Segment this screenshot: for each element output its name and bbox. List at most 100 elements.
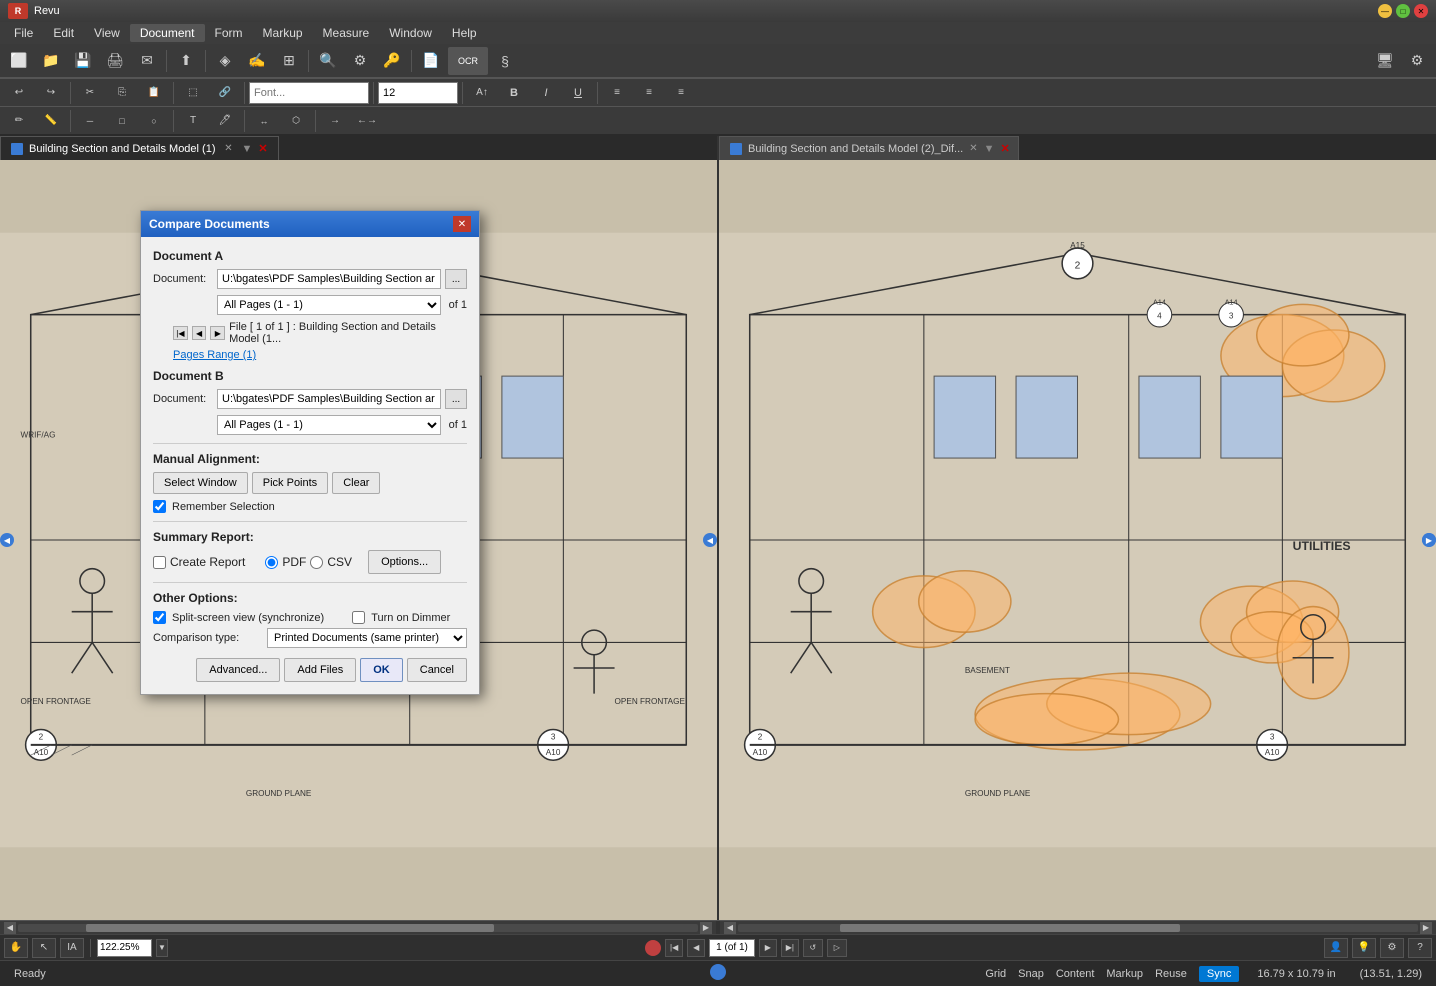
forward-btn[interactable]: ▷ bbox=[827, 939, 847, 957]
doc-a-browse-btn[interactable]: ... bbox=[445, 269, 467, 289]
help2-btn[interactable]: ? bbox=[1408, 938, 1432, 958]
font-size-input[interactable] bbox=[378, 82, 458, 104]
add-files-btn[interactable]: Add Files bbox=[284, 658, 356, 682]
menu-window[interactable]: Window bbox=[379, 24, 442, 42]
scroll-right-btn[interactable]: ▶ bbox=[700, 922, 712, 934]
doc-a-pages-select[interactable]: All Pages (1 - 1) bbox=[217, 295, 441, 315]
tb-email[interactable]: ✉ bbox=[132, 47, 162, 75]
tab-left-close[interactable]: ✕ bbox=[222, 142, 236, 156]
pdf-radio[interactable] bbox=[265, 556, 278, 569]
menu-document[interactable]: Document bbox=[130, 24, 205, 42]
clear-btn[interactable]: Clear bbox=[332, 472, 380, 494]
tb-text[interactable]: T bbox=[178, 107, 208, 135]
tb-area[interactable]: ⬡ bbox=[281, 107, 311, 135]
dialog-close-btn[interactable]: ✕ bbox=[453, 216, 471, 232]
scroll-right2-btn[interactable]: ◀ bbox=[724, 922, 736, 934]
tb-doc[interactable]: 📄 bbox=[416, 47, 446, 75]
menu-help[interactable]: Help bbox=[442, 24, 487, 42]
tb-bold[interactable]: B bbox=[499, 79, 529, 107]
select-window-btn[interactable]: Select Window bbox=[153, 472, 248, 494]
tb-print[interactable]: 🖨 bbox=[100, 47, 130, 75]
pick-points-btn[interactable]: Pick Points bbox=[252, 472, 328, 494]
left-scroll-thumb[interactable] bbox=[86, 924, 494, 932]
first-page-btn[interactable]: |◀ bbox=[665, 939, 683, 957]
doc-a-path-input[interactable] bbox=[217, 269, 441, 289]
ok-btn[interactable]: OK bbox=[360, 658, 403, 682]
left-panel-arrow[interactable]: ◀ bbox=[703, 533, 717, 547]
thumbnail-btn[interactable]: 👤 bbox=[1324, 938, 1348, 958]
status-sync-btn[interactable]: Sync bbox=[1199, 966, 1239, 982]
tb-align-center[interactable]: ≡ bbox=[634, 79, 664, 107]
tab-left-close2[interactable]: ✕ bbox=[258, 142, 267, 155]
text-select-btn[interactable]: IA bbox=[60, 938, 84, 958]
tab-left-doc[interactable]: Building Section and Details Model (1) ✕… bbox=[0, 136, 279, 160]
advanced-btn[interactable]: Advanced... bbox=[196, 658, 280, 682]
settings3-btn[interactable]: ⚙ bbox=[1380, 938, 1404, 958]
tb-ruler[interactable]: 📏 bbox=[36, 107, 66, 135]
menu-measure[interactable]: Measure bbox=[313, 24, 380, 42]
tb-nav-arrow[interactable]: ←→ bbox=[352, 107, 382, 135]
tb-highlight[interactable]: 🖊 bbox=[210, 107, 240, 135]
prev-page-btn[interactable]: ◀ bbox=[687, 939, 705, 957]
zoom-input[interactable] bbox=[97, 939, 152, 957]
minimize-button[interactable]: — bbox=[1378, 4, 1392, 18]
tab-right-close2[interactable]: ✕ bbox=[1001, 142, 1010, 155]
tb-line[interactable]: ─ bbox=[75, 107, 105, 135]
menu-form[interactable]: Form bbox=[205, 24, 253, 42]
left-edge-arrow[interactable]: ◀ bbox=[0, 533, 14, 547]
rewind-btn[interactable]: ↺ bbox=[803, 939, 823, 957]
tb-new[interactable]: ⬜ bbox=[4, 47, 34, 75]
menu-file[interactable]: File bbox=[4, 24, 43, 42]
menu-markup[interactable]: Markup bbox=[253, 24, 313, 42]
split-screen-checkbox[interactable] bbox=[153, 611, 166, 624]
right-scroll-track[interactable] bbox=[738, 924, 1418, 932]
tb-italic[interactable]: I bbox=[531, 79, 561, 107]
tb-pencil[interactable]: ✏ bbox=[4, 107, 34, 135]
tb-monitor[interactable]: 🖥 bbox=[1370, 47, 1400, 75]
tb-cut[interactable]: ✂ bbox=[75, 79, 105, 107]
comparison-type-select[interactable]: Printed Documents (same printer) bbox=[267, 628, 467, 648]
turn-on-dimmer-checkbox[interactable] bbox=[352, 611, 365, 624]
tb-underline[interactable]: U bbox=[563, 79, 593, 107]
menu-view[interactable]: View bbox=[84, 24, 130, 42]
tab-right-close[interactable]: ✕ bbox=[969, 142, 977, 156]
tb-circle[interactable]: ○ bbox=[139, 107, 169, 135]
scroll-left-btn[interactable]: ◀ bbox=[4, 922, 16, 934]
tb-undo[interactable]: ↩ bbox=[4, 79, 34, 107]
tab-right-doc[interactable]: Building Section and Details Model (2)_D… bbox=[719, 136, 1019, 160]
tb-search[interactable]: 🔍 bbox=[313, 47, 343, 75]
tb-stamp[interactable]: ◈ bbox=[210, 47, 240, 75]
tb-copy[interactable]: ⎘ bbox=[107, 79, 137, 107]
doc-a-first-btn[interactable]: |◀ bbox=[173, 326, 188, 340]
tb-arrow-tool[interactable]: → bbox=[320, 107, 350, 135]
doc-a-prev-btn[interactable]: ◀ bbox=[192, 326, 207, 340]
next-page-btn[interactable]: ▶ bbox=[759, 939, 777, 957]
scroll-right3-btn[interactable]: ▶ bbox=[1420, 922, 1432, 934]
tb-align-right[interactable]: ≡ bbox=[666, 79, 696, 107]
create-report-checkbox[interactable] bbox=[153, 556, 166, 569]
tb-arrow[interactable]: ⬆ bbox=[171, 47, 201, 75]
hand-tool-btn[interactable]: ✋ bbox=[4, 938, 28, 958]
select-tool-btn[interactable]: ↖ bbox=[32, 938, 56, 958]
tab-right-menu[interactable]: ▼ bbox=[984, 143, 995, 155]
tb-measure-line[interactable]: ↔ bbox=[249, 107, 279, 135]
tb-settings2[interactable]: ⚙ bbox=[1402, 47, 1432, 75]
status-markup-btn[interactable]: Markup bbox=[1106, 968, 1143, 980]
options-btn[interactable]: Options... bbox=[368, 550, 441, 574]
status-snap-btn[interactable]: Snap bbox=[1018, 968, 1044, 980]
tb-redo[interactable]: ↪ bbox=[36, 79, 66, 107]
tb-ocr[interactable]: OCR bbox=[448, 47, 488, 75]
tb-key[interactable]: 🔑 bbox=[377, 47, 407, 75]
bulb-btn[interactable]: 💡 bbox=[1352, 938, 1376, 958]
tb-open[interactable]: 📁 bbox=[36, 47, 66, 75]
right-edge-arrow[interactable]: ▶ bbox=[1422, 533, 1436, 547]
doc-a-pages-range-link[interactable]: Pages Range (1) bbox=[153, 349, 467, 361]
tb-rect[interactable]: □ bbox=[107, 107, 137, 135]
tb-brava[interactable]: § bbox=[490, 47, 520, 75]
tb-save[interactable]: 💾 bbox=[68, 47, 98, 75]
tb-sign[interactable]: ✍ bbox=[242, 47, 272, 75]
tb-align-left[interactable]: ≡ bbox=[602, 79, 632, 107]
status-grid-btn[interactable]: Grid bbox=[985, 968, 1006, 980]
left-scroll-track[interactable] bbox=[18, 924, 698, 932]
tb-settings[interactable]: ⚙ bbox=[345, 47, 375, 75]
